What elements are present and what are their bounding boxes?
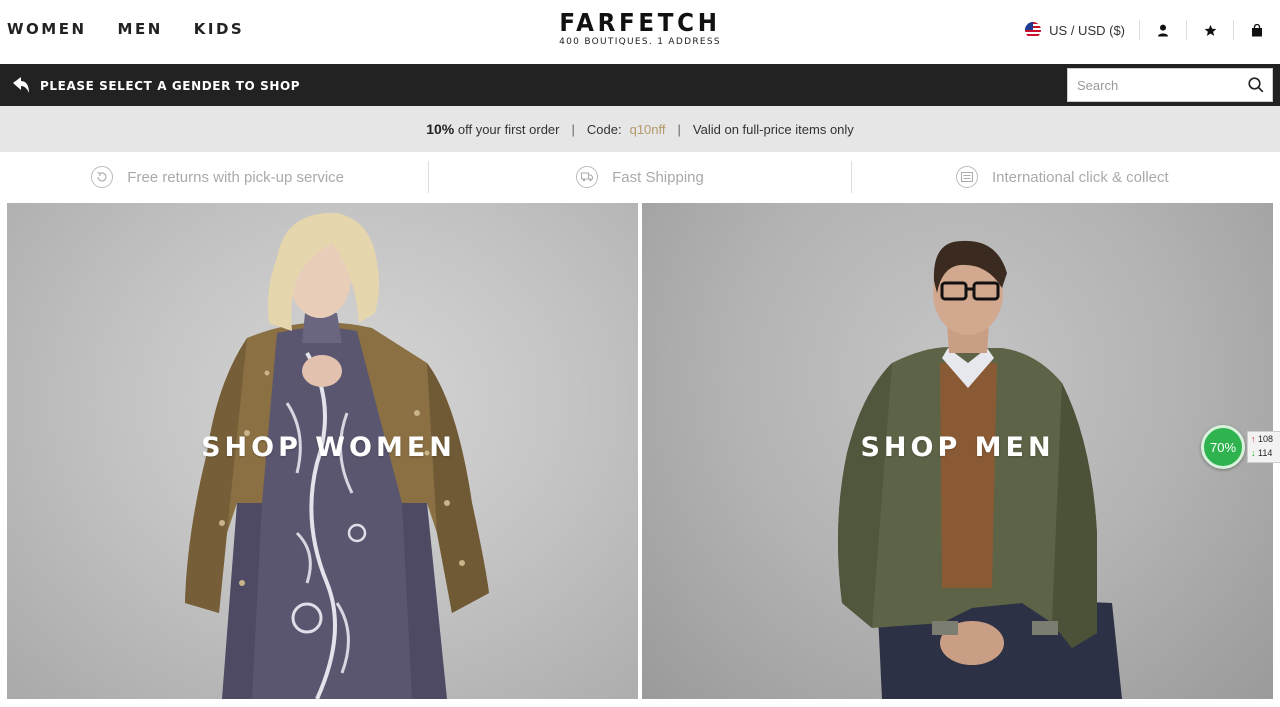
shipping-icon bbox=[576, 166, 599, 188]
site-header: WOMEN MEN KIDS FARFETCH 400 BOUTIQUES. 1… bbox=[0, 0, 1280, 64]
benefits-bar: Free returns with pick-up service Fast S… bbox=[7, 152, 1273, 202]
shop-men-label: SHOP MEN bbox=[860, 432, 1055, 463]
promo-code-label: Code: bbox=[586, 121, 622, 137]
nav-kids-link[interactable]: KIDS bbox=[194, 20, 244, 38]
gender-prompt-text: PLEASE SELECT A GENDER TO SHOP bbox=[40, 78, 301, 93]
stat-up-value: 108 bbox=[1258, 434, 1274, 444]
locale-selector[interactable]: US / USD ($) bbox=[1025, 22, 1139, 38]
search-box bbox=[1067, 68, 1273, 102]
nav-women-link[interactable]: WOMEN bbox=[7, 20, 87, 38]
down-arrow-icon: ↓ bbox=[1251, 448, 1256, 458]
locale-label: US / USD ($) bbox=[1049, 22, 1125, 38]
benefit-free-returns[interactable]: Free returns with pick-up service bbox=[7, 152, 428, 202]
logo-wordmark: FARFETCH bbox=[559, 8, 721, 37]
bag-button[interactable] bbox=[1234, 18, 1280, 42]
shop-women-label: SHOP WOMEN bbox=[201, 432, 456, 463]
promo-valid-text: Valid on full-price items only bbox=[692, 121, 854, 137]
promo-separator: | bbox=[571, 121, 575, 137]
search-input[interactable] bbox=[1068, 69, 1244, 101]
gender-nav: WOMEN MEN KIDS bbox=[7, 20, 244, 38]
up-arrow-icon: ↑ bbox=[1251, 434, 1256, 444]
search-icon[interactable] bbox=[1247, 76, 1265, 94]
promo-discount: 10% bbox=[426, 121, 455, 137]
wishlist-button[interactable] bbox=[1187, 18, 1233, 42]
logo-tagline: 400 BOUTIQUES. 1 ADDRESS bbox=[559, 37, 721, 47]
gender-select-bar: PLEASE SELECT A GENDER TO SHOP bbox=[0, 64, 1280, 106]
promo-code: q10nff bbox=[629, 121, 666, 137]
stat-down-value: 114 bbox=[1258, 448, 1273, 458]
gender-prompt: PLEASE SELECT A GENDER TO SHOP bbox=[10, 75, 300, 96]
widget-stats: ↑ 108 ↓ 114 bbox=[1247, 431, 1280, 463]
promo-bar: 10% off your first order | Code: q10nff … bbox=[0, 106, 1280, 152]
farfetch-logo[interactable]: FARFETCH 400 BOUTIQUES. 1 ADDRESS bbox=[540, 8, 740, 47]
promo-separator: | bbox=[677, 121, 681, 137]
benefit-fast-shipping[interactable]: Fast Shipping bbox=[428, 161, 850, 193]
percent-badge[interactable]: 70% bbox=[1201, 425, 1245, 469]
header-actions: US / USD ($) bbox=[1025, 18, 1280, 42]
account-button[interactable] bbox=[1140, 18, 1186, 42]
returns-icon bbox=[91, 166, 114, 188]
benefit-label: Fast Shipping bbox=[612, 168, 704, 186]
back-arrow-icon bbox=[13, 77, 29, 93]
user-icon bbox=[1158, 24, 1168, 36]
shop-men-panel[interactable]: SHOP MEN bbox=[642, 203, 1273, 699]
shopping-bag-icon bbox=[1252, 23, 1262, 36]
benefit-label: International click & collect bbox=[991, 168, 1169, 186]
benefit-click-collect[interactable]: International click & collect bbox=[850, 161, 1273, 193]
side-widget: 70% ↑ 108 ↓ 114 bbox=[1201, 425, 1280, 469]
promo-discount-text: off your first order bbox=[457, 121, 560, 137]
shop-women-panel[interactable]: SHOP WOMEN bbox=[7, 203, 638, 699]
click-collect-icon bbox=[955, 166, 978, 188]
benefit-label: Free returns with pick-up service bbox=[127, 168, 345, 186]
us-flag-icon bbox=[1025, 22, 1042, 38]
nav-men-link[interactable]: MEN bbox=[118, 20, 163, 38]
star-icon bbox=[1204, 24, 1216, 36]
